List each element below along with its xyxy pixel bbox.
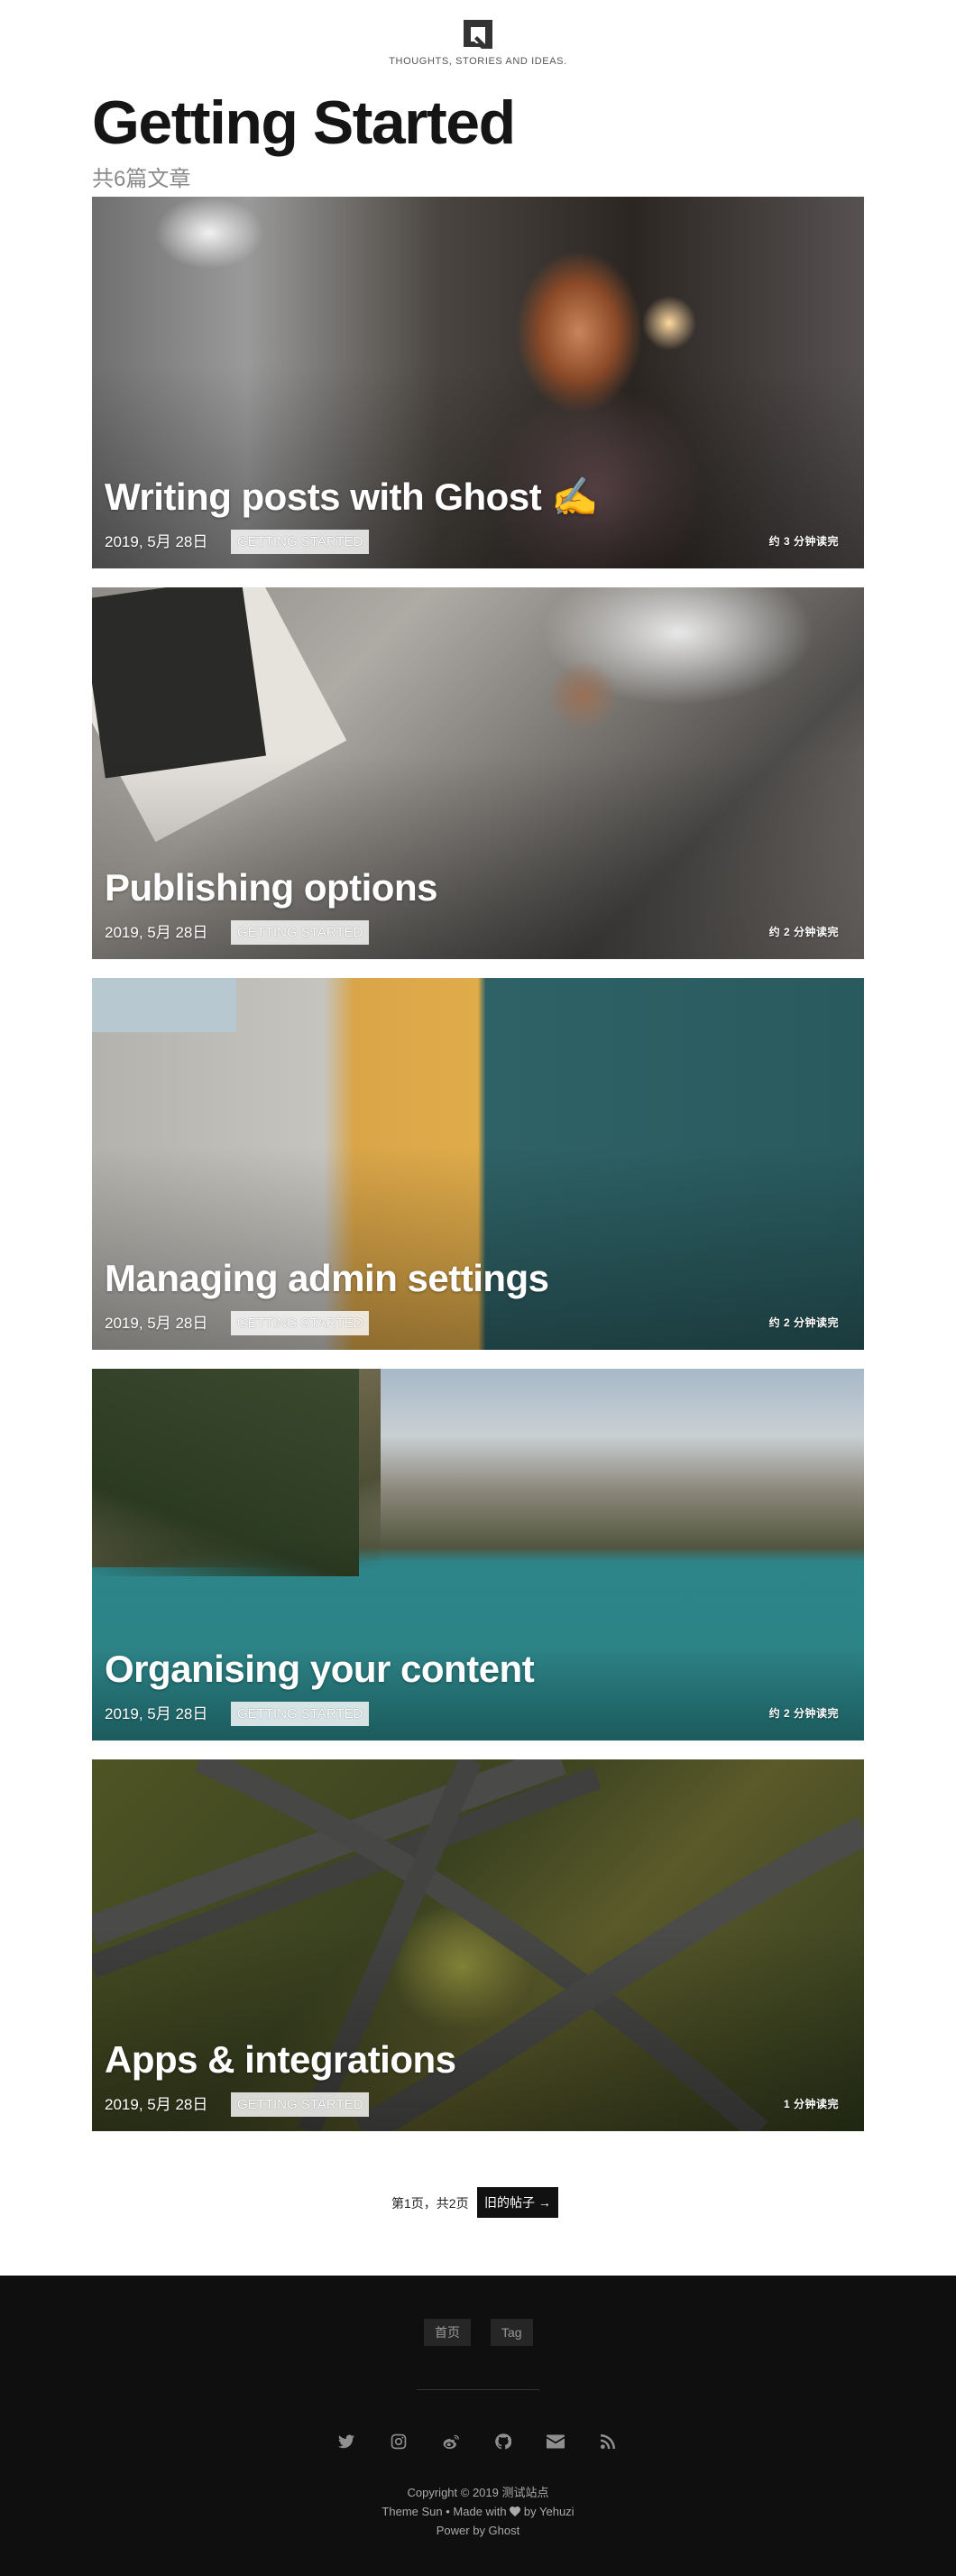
post-card[interactable]: Organising your content 2019, 5月 28日 GET… bbox=[92, 1369, 864, 1740]
read-time: 约 2 分钟读完 bbox=[768, 1316, 839, 1329]
post-tag[interactable]: GETTING STARTED bbox=[231, 1702, 370, 1726]
post-card[interactable]: Writing posts with Ghost ✍️ 2019, 5月 28日… bbox=[92, 197, 864, 568]
post-tag-label: GETTING STARTED bbox=[237, 1316, 363, 1331]
blog-logo-icon[interactable] bbox=[462, 18, 494, 51]
theme-credit-prefix: Theme Sun • Made with bbox=[381, 2505, 507, 2518]
post-tag-label: GETTING STARTED bbox=[237, 1706, 363, 1722]
social-links bbox=[0, 2431, 956, 2452]
footer-nav-tag[interactable]: Tag bbox=[491, 2319, 533, 2346]
github-icon[interactable] bbox=[492, 2431, 514, 2452]
post-date: 2019, 5月 28日 bbox=[105, 1705, 208, 1722]
twitter-icon[interactable] bbox=[336, 2431, 357, 2452]
post-tag-label: GETTING STARTED bbox=[237, 925, 363, 940]
read-time: 约 2 分钟读完 bbox=[768, 926, 839, 938]
instagram-icon[interactable] bbox=[388, 2431, 409, 2452]
post-tag[interactable]: GETTING STARTED bbox=[231, 2092, 370, 2117]
older-posts-button[interactable]: 旧的帖子 → bbox=[477, 2187, 558, 2218]
weibo-icon[interactable] bbox=[440, 2431, 462, 2452]
footer-nav-home[interactable]: 首页 bbox=[424, 2319, 471, 2346]
post-card[interactable]: Apps & integrations 2019, 5月 28日 GETTING… bbox=[92, 1759, 864, 2131]
post-date: 2019, 5月 28日 bbox=[105, 2096, 208, 2113]
post-date: 2019, 5月 28日 bbox=[105, 924, 208, 941]
post-tag[interactable]: GETTING STARTED bbox=[231, 530, 370, 554]
post-date: 2019, 5月 28日 bbox=[105, 1315, 208, 1332]
post-date: 2019, 5月 28日 bbox=[105, 533, 208, 550]
post-title[interactable]: Writing posts with Ghost ✍️ bbox=[105, 475, 599, 520]
post-tag[interactable]: GETTING STARTED bbox=[231, 920, 370, 945]
read-time: 约 2 分钟读完 bbox=[768, 1707, 839, 1720]
footer-theme-credit: Theme Sun • Made with by Yehuzi bbox=[0, 2504, 956, 2520]
post-title[interactable]: Organising your content bbox=[105, 1647, 535, 1692]
page-title: Getting Started bbox=[92, 88, 516, 157]
email-icon[interactable] bbox=[545, 2431, 566, 2452]
post-card[interactable]: Publishing options 2019, 5月 28日 GETTING … bbox=[92, 587, 864, 959]
pagination-info: 第1页，共2页 bbox=[391, 2196, 469, 2211]
post-title[interactable]: Publishing options bbox=[105, 865, 437, 910]
post-count: 共6篇文章 bbox=[92, 167, 191, 191]
post-tag-label: GETTING STARTED bbox=[237, 2097, 363, 2112]
rss-icon[interactable] bbox=[597, 2431, 619, 2452]
read-time: 约 3 分钟读完 bbox=[768, 535, 839, 548]
footer-powered[interactable]: Power by Ghost bbox=[0, 2523, 956, 2539]
post-tag[interactable]: GETTING STARTED bbox=[231, 1311, 370, 1335]
post-title[interactable]: Managing admin settings bbox=[105, 1256, 549, 1301]
heart-icon bbox=[510, 2505, 521, 2518]
footer-copyright: Copyright © 2019 测试站点 bbox=[407, 2486, 549, 2499]
post-title[interactable]: Apps & integrations bbox=[105, 2037, 456, 2082]
footer-divider bbox=[417, 2389, 539, 2390]
post-card[interactable]: Managing admin settings 2019, 5月 28日 GET… bbox=[92, 978, 864, 1350]
footer-nav: 首页 Tag bbox=[0, 2319, 956, 2346]
site-footer: 首页 Tag Copyright © 2019 测试站点 Theme Sun •… bbox=[0, 2276, 956, 2576]
site-tagline: THOUGHTS, STORIES AND IDEAS. bbox=[389, 56, 567, 67]
site-header: THOUGHTS, STORIES AND IDEAS. bbox=[0, 0, 956, 81]
read-time: 1 分钟读完 bbox=[783, 2098, 839, 2110]
author-link[interactable]: by Yehuzi bbox=[524, 2505, 575, 2518]
pagination: 第1页，共2页 旧的帖子 → bbox=[0, 2187, 956, 2220]
post-tag-label: GETTING STARTED bbox=[237, 534, 363, 549]
